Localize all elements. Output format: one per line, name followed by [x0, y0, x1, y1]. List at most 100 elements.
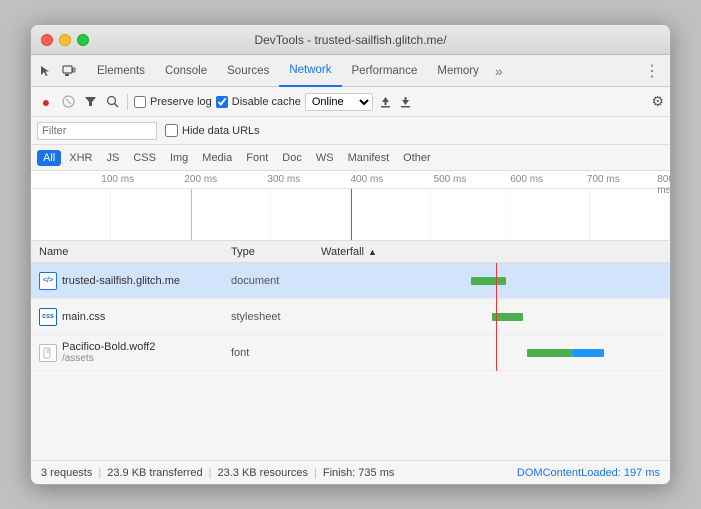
status-domcontentloaded: DOMContentLoaded: 197 ms	[517, 467, 660, 479]
tick-400ms: 400 ms	[351, 174, 384, 185]
separator-1	[127, 94, 128, 110]
type-filter-css[interactable]: CSS	[127, 150, 162, 166]
timeline-body	[31, 189, 670, 241]
sort-arrow-icon: ▲	[368, 247, 377, 257]
row-type: stylesheet	[231, 311, 321, 323]
header-waterfall[interactable]: Waterfall ▲	[321, 246, 670, 258]
throttle-select[interactable]: Online Fast 3G Slow 3G Offline	[305, 93, 373, 111]
waterfall-red-line	[496, 335, 497, 371]
disable-cache-group: Disable cache	[216, 96, 301, 108]
waterfall-bar-blue	[572, 349, 603, 357]
status-resources: 23.3 KB resources	[217, 467, 308, 479]
cursor-icon[interactable]	[35, 61, 55, 81]
type-filter-manifest[interactable]: Manifest	[342, 150, 396, 166]
filter-input[interactable]	[37, 122, 157, 140]
row-name: trusted-sailfish.glitch.me	[62, 275, 180, 287]
type-filter-font[interactable]: Font	[240, 150, 274, 166]
type-filter-other[interactable]: Other	[397, 150, 437, 166]
tick-200ms: 200 ms	[184, 174, 217, 185]
row-name-cell: Pacifico-Bold.woff2 /assets	[31, 341, 231, 364]
type-filter-doc[interactable]: Doc	[276, 150, 308, 166]
devtools-window: DevTools - trusted-sailfish.glitch.me/ E…	[30, 24, 671, 485]
status-finish: Finish: 735 ms	[323, 467, 395, 479]
file-icon	[39, 344, 57, 362]
type-filter-img[interactable]: Img	[164, 150, 194, 166]
tick-500ms: 500 ms	[434, 174, 467, 185]
row-name-stack: trusted-sailfish.glitch.me	[62, 275, 180, 287]
toolbar: ● Preserve log Disable cache Online Fast	[31, 87, 670, 117]
status-bar: 3 requests | 23.9 KB transferred | 23.3 …	[31, 460, 670, 484]
tab-memory[interactable]: Memory	[427, 55, 489, 87]
preserve-log-checkbox[interactable]	[134, 96, 146, 108]
tab-bar: Elements Console Sources Network Perform…	[31, 55, 670, 87]
download-icon[interactable]	[397, 93, 415, 111]
timeline-ruler: 100 ms 200 ms 300 ms 400 ms 500 ms 600 m…	[31, 171, 670, 189]
status-requests: 3 requests	[41, 467, 92, 479]
window-title: DevTools - trusted-sailfish.glitch.me/	[254, 33, 446, 47]
maximize-button[interactable]	[77, 34, 89, 46]
html-icon: </>	[39, 272, 57, 290]
disable-cache-label: Disable cache	[232, 96, 301, 108]
search-icon[interactable]	[103, 93, 121, 111]
waterfall-red-line	[496, 299, 497, 335]
waterfall-bar	[471, 277, 506, 285]
table-row[interactable]: </> trusted-sailfish.glitch.me document	[31, 263, 670, 299]
tab-menu-button[interactable]: ⋮	[638, 61, 666, 81]
row-name-sub: /assets	[62, 353, 155, 364]
row-name: main.css	[62, 311, 105, 323]
throttle-group: Online Fast 3G Slow 3G Offline	[305, 93, 373, 111]
table-row[interactable]: Pacifico-Bold.woff2 /assets font	[31, 335, 670, 371]
row-name: Pacifico-Bold.woff2	[62, 341, 155, 353]
type-filter-xhr[interactable]: XHR	[63, 150, 98, 166]
row-waterfall	[321, 335, 670, 371]
network-table: Name Type Waterfall ▲ </> trusted-sailfi…	[31, 241, 670, 460]
type-filter-media[interactable]: Media	[196, 150, 238, 166]
hide-data-urls-group: Hide data URLs	[165, 124, 260, 137]
waterfall-bar	[492, 313, 523, 321]
hide-data-urls-label: Hide data URLs	[182, 125, 260, 137]
waterfall-bar-green	[527, 349, 572, 357]
tick-100ms: 100 ms	[101, 174, 134, 185]
tab-performance[interactable]: Performance	[342, 55, 428, 87]
disable-cache-checkbox[interactable]	[216, 96, 228, 108]
timeline-red-line	[351, 189, 352, 241]
stop-button[interactable]	[59, 93, 77, 111]
preserve-log-label: Preserve log	[150, 96, 212, 108]
device-icon[interactable]	[59, 61, 79, 81]
tab-icons	[35, 61, 79, 81]
table-header: Name Type Waterfall ▲	[31, 241, 670, 263]
row-waterfall	[321, 263, 670, 299]
title-bar: DevTools - trusted-sailfish.glitch.me/	[31, 25, 670, 55]
settings-icon[interactable]: ⚙	[651, 93, 664, 110]
minimize-button[interactable]	[59, 34, 71, 46]
hide-data-urls-checkbox[interactable]	[165, 124, 178, 137]
table-row[interactable]: css main.css stylesheet	[31, 299, 670, 335]
row-name-cell: </> trusted-sailfish.glitch.me	[31, 272, 231, 290]
tab-console[interactable]: Console	[155, 55, 217, 87]
type-filter-bar: All XHR JS CSS Img Media Font Doc WS Man…	[31, 145, 670, 171]
filter-bar: Hide data URLs	[31, 117, 670, 145]
tab-elements[interactable]: Elements	[87, 55, 155, 87]
traffic-lights	[41, 34, 89, 46]
tab-network[interactable]: Network	[279, 55, 341, 87]
tab-sources[interactable]: Sources	[217, 55, 279, 87]
header-type[interactable]: Type	[231, 246, 321, 258]
close-button[interactable]	[41, 34, 53, 46]
tick-700ms: 700 ms	[587, 174, 620, 185]
preserve-log-group: Preserve log	[134, 96, 212, 108]
status-transferred: 23.9 KB transferred	[107, 467, 202, 479]
upload-icon[interactable]	[377, 93, 395, 111]
tick-300ms: 300 ms	[267, 174, 300, 185]
tab-more-button[interactable]: »	[489, 63, 509, 79]
row-name-stack: main.css	[62, 311, 105, 323]
filter-icon[interactable]	[81, 93, 99, 111]
record-button[interactable]: ●	[37, 93, 55, 111]
header-name[interactable]: Name	[31, 246, 231, 258]
waterfall-timeline: 100 ms 200 ms 300 ms 400 ms 500 ms 600 m…	[31, 171, 670, 241]
type-filter-ws[interactable]: WS	[310, 150, 340, 166]
waterfall-red-line	[496, 263, 497, 299]
type-filter-all[interactable]: All	[37, 150, 61, 166]
type-filter-js[interactable]: JS	[100, 150, 125, 166]
tick-600ms: 600 ms	[510, 174, 543, 185]
timeline-dcl-line	[191, 189, 192, 241]
